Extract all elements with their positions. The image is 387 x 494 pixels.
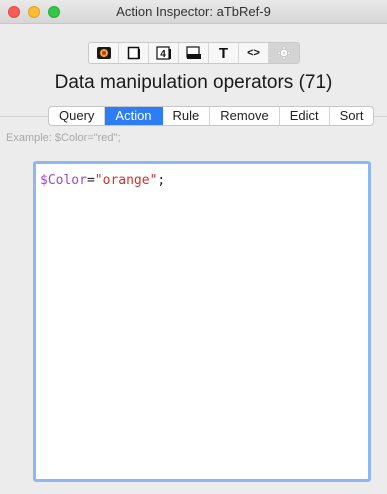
tab-remove[interactable]: Remove <box>210 107 280 125</box>
tab-rule[interactable]: Rule <box>163 107 211 125</box>
inspector-toolbar: 4 T <> <box>88 42 300 64</box>
example-hint: Example: $Color="red"; <box>6 132 121 144</box>
window-title: Action Inspector: aTbRef-9 <box>116 4 271 19</box>
tab-sort[interactable]: Sort <box>330 107 374 125</box>
code-attribute-token: $Color <box>40 173 87 188</box>
code-string-token: "orange" <box>94 173 158 188</box>
title-bar[interactable]: Action Inspector: aTbRef-9 <box>0 0 387 24</box>
tab-edict[interactable]: Edict <box>280 107 330 125</box>
toolbar-appearance-button[interactable] <box>119 43 149 63</box>
code-operator-token: = <box>86 173 95 188</box>
toolbar-border-button[interactable] <box>179 43 209 63</box>
svg-text:4: 4 <box>160 49 166 60</box>
shadow-icon <box>185 46 201 59</box>
toolbar-action-button[interactable] <box>269 43 299 63</box>
action-inspector-window: Action Inspector: aTbRef-9 4 T <> Data m… <box>0 0 387 494</box>
text-icon: T <box>218 44 229 62</box>
toolbar-text-button[interactable]: T <box>209 43 239 63</box>
inspector-tabs: Query Action Rule Remove Edict Sort <box>48 106 375 126</box>
action-gear-icon <box>277 46 291 60</box>
general-icon <box>96 47 111 59</box>
toolbar-text-size-button[interactable]: 4 <box>149 43 179 63</box>
toolbar-general-button[interactable] <box>89 43 119 63</box>
toolbar-code-button[interactable]: <> <box>239 43 269 63</box>
code-icon: <> <box>247 46 260 59</box>
tab-query[interactable]: Query <box>49 107 106 125</box>
operators-heading: Data manipulation operators (71) <box>54 72 333 93</box>
action-code-text[interactable]: $Color="orange"; <box>36 164 368 479</box>
tab-action[interactable]: Action <box>105 107 163 125</box>
note-icon <box>127 46 140 60</box>
number-icon: 4 <box>155 46 171 60</box>
code-terminator-token: ; <box>157 173 166 188</box>
action-code-editor[interactable]: $Color="orange"; <box>33 161 371 482</box>
